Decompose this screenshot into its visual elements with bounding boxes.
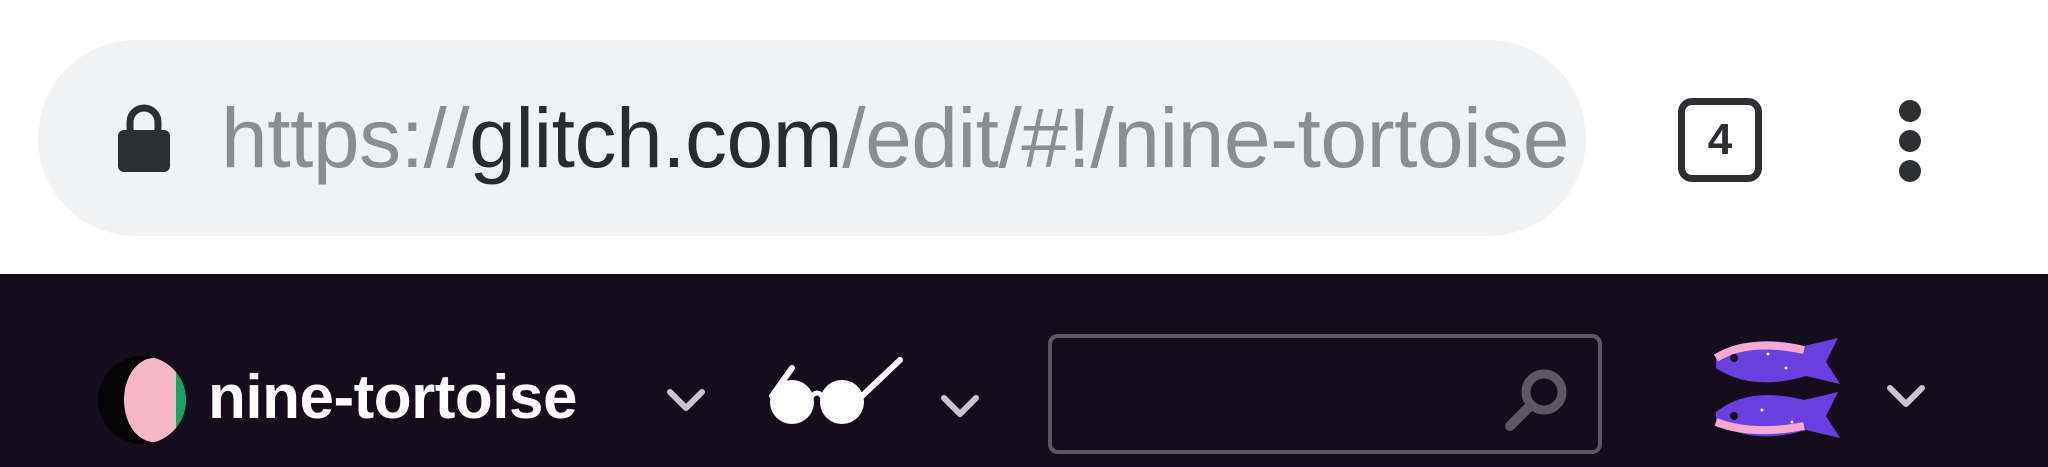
glitch-header: nine-tortoise [0, 274, 2048, 467]
tab-count: 4 [1707, 115, 1733, 164]
address-bar[interactable]: https://glitch.com/edit/#!/nine-tortoise [38, 40, 1586, 236]
more-vert-icon[interactable] [1890, 96, 1938, 186]
url-host: glitch.com [469, 91, 843, 185]
browser-toolbar: https://glitch.com/edit/#!/nine-tortoise… [0, 0, 2048, 274]
fish-avatar-icon[interactable] [1708, 328, 1858, 458]
search-icon[interactable] [1502, 364, 1572, 434]
url-scheme: https:// [221, 91, 470, 185]
chevron-down-icon[interactable] [666, 388, 706, 414]
glasses-icon[interactable] [764, 350, 904, 430]
url-path: /edit/#!/nine-tortoise [842, 91, 1569, 185]
chevron-down-icon[interactable] [1886, 384, 1926, 410]
project-logo-icon[interactable] [96, 354, 188, 446]
project-name-button[interactable]: nine-tortoise [208, 350, 577, 446]
tab-switcher-button[interactable]: 4 [1678, 98, 1762, 182]
lock-icon[interactable] [116, 102, 172, 174]
url-text[interactable]: https://glitch.com/edit/#!/nine-tortoise [221, 78, 1581, 198]
chevron-down-icon[interactable] [940, 394, 980, 420]
